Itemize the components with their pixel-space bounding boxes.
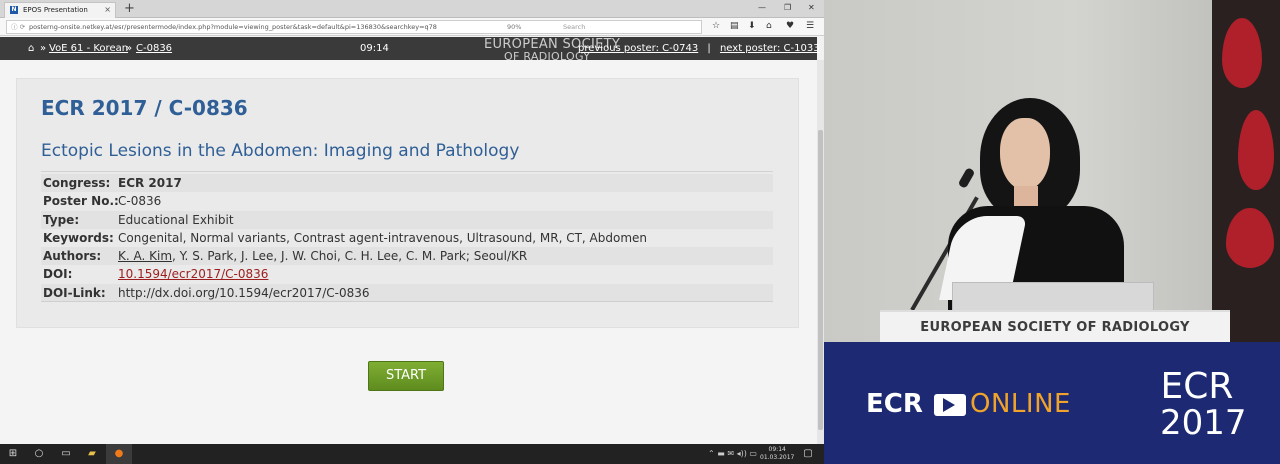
breadcrumb-session[interactable]: VoE 61 - Korean bbox=[49, 37, 128, 60]
bookmark-star-icon[interactable]: ☆ bbox=[712, 20, 720, 33]
taskbar-clock[interactable]: 09:14 01.03.2017 bbox=[760, 446, 794, 462]
meta-row-doi: DOI: 10.1594/ecr2017/C-0836 bbox=[41, 265, 773, 283]
nav-separator: | bbox=[707, 43, 711, 54]
poster-no-value: C-0836 bbox=[118, 194, 162, 209]
poster-navigation: previous poster: C-0743 | next poster: C… bbox=[578, 37, 820, 60]
minimize-icon[interactable]: — bbox=[758, 2, 766, 14]
poster-metadata: Congress: ECR 2017 Poster No.: C-0836 Ty… bbox=[41, 174, 773, 303]
poster-title: Ectopic Lesions in the Abdomen: Imaging … bbox=[41, 141, 520, 161]
online-logo-text: ONLINE bbox=[970, 389, 1071, 419]
windows-start-icon[interactable]: ⊞ bbox=[4, 444, 22, 464]
notifications-icon[interactable]: ▢ bbox=[800, 444, 816, 464]
divider bbox=[41, 301, 773, 302]
tab-title: EPOS Presentation bbox=[23, 6, 88, 14]
browser-tab[interactable]: N EPOS Presentation × bbox=[4, 2, 116, 18]
windows-taskbar: ⊞ ○ ▭ ▰ ● ⌃ ▬ ✉ ◂)) ▭ 09:14 01.03.2017 ▢ bbox=[0, 444, 824, 464]
file-explorer-icon[interactable]: ▰ bbox=[80, 444, 104, 464]
home-icon[interactable]: ⌂ bbox=[766, 20, 772, 33]
scrollbar-thumb[interactable] bbox=[818, 130, 823, 430]
navigation-bar: ⓘ ⟳ posterng-onsite.netkey.at/esr/presen… bbox=[0, 18, 824, 36]
meta-row-keywords: Keywords: Congenital, Normal variants, C… bbox=[41, 229, 773, 247]
home-breadcrumb-icon[interactable]: ⌂ bbox=[28, 37, 34, 60]
breadcrumb-separator: » bbox=[40, 43, 47, 54]
menu-icon[interactable]: ☰ bbox=[806, 20, 814, 33]
browser-window: N EPOS Presentation × + — ❐ ✕ ⓘ ⟳ poster… bbox=[0, 0, 824, 464]
congress-value: ECR 2017 bbox=[118, 176, 182, 190]
search-field[interactable]: Search bbox=[563, 21, 585, 33]
new-tab-button[interactable]: + bbox=[124, 0, 135, 17]
meta-row-congress: Congress: ECR 2017 bbox=[41, 174, 773, 193]
keywords-value: Congenital, Normal variants, Contrast ag… bbox=[118, 230, 648, 245]
start-button[interactable]: START bbox=[368, 361, 444, 391]
meta-row-authors: Authors: K. A. Kim, Y. S. Park, J. Lee, … bbox=[41, 247, 773, 266]
previous-poster-link[interactable]: previous poster: C-0743 bbox=[578, 43, 698, 54]
url-text: posterng-onsite.netkey.at/esr/presenterm… bbox=[29, 23, 437, 31]
ecr-logo-text: ECR bbox=[866, 389, 923, 419]
meta-row-doi-link: DOI-Link: http://dx.doi.org/10.1594/ecr2… bbox=[41, 283, 773, 303]
doi-link-label: DOI-Link: bbox=[43, 285, 106, 300]
info-icon: ⓘ ⟳ bbox=[11, 23, 26, 31]
session-time: 09:14 bbox=[360, 43, 389, 54]
task-view-icon[interactable]: ▭ bbox=[54, 444, 78, 464]
authors-value: K. A. Kim, Y. S. Park, J. Lee, J. W. Cho… bbox=[118, 247, 527, 265]
divider bbox=[41, 171, 773, 172]
maximize-icon[interactable]: ❐ bbox=[784, 2, 791, 14]
favicon-icon: N bbox=[10, 6, 18, 14]
podium-sign: EUROPEAN SOCIETY OF RADIOLOGY bbox=[920, 320, 1190, 335]
doi-link-value: http://dx.doi.org/10.1594/ecr2017/C-0836 bbox=[118, 285, 370, 300]
ecr-congress-logo: ECR bbox=[1160, 366, 1234, 407]
clock-time: 09:14 bbox=[768, 446, 786, 453]
library-icon[interactable]: ▤ bbox=[730, 20, 739, 33]
next-poster-link[interactable]: next poster: C-1033 bbox=[720, 43, 820, 54]
search-icon[interactable]: ○ bbox=[30, 444, 48, 464]
close-tab-icon[interactable]: × bbox=[104, 3, 111, 17]
authors-label: Authors: bbox=[43, 249, 102, 264]
first-author-link[interactable]: K. A. Kim bbox=[118, 249, 172, 263]
poster-no-label: Poster No.: bbox=[43, 194, 119, 209]
ecr-online-logo: ECR bbox=[866, 388, 923, 420]
speaker-face bbox=[1000, 118, 1050, 190]
poster-heading: ECR 2017 / C-0836 bbox=[41, 96, 248, 120]
presentation-stage: N EPOS Presentation × + — ❐ ✕ ⓘ ⟳ poster… bbox=[0, 0, 1280, 464]
meta-row-poster-no: Poster No.: C-0836 bbox=[41, 192, 773, 210]
clock-date: 01.03.2017 bbox=[760, 454, 795, 461]
other-authors: , Y. S. Park, J. Lee, J. W. Choi, C. H. … bbox=[172, 249, 528, 264]
zoom-level[interactable]: 90% bbox=[507, 21, 521, 33]
tab-bar: N EPOS Presentation × + — ❐ ✕ bbox=[0, 0, 824, 18]
pocket-icon[interactable]: ♥ bbox=[786, 20, 794, 33]
ecr-congress-year: 2017 bbox=[1160, 403, 1247, 443]
meta-row-type: Type: Educational Exhibit bbox=[41, 210, 773, 229]
doi-link[interactable]: 10.1594/ecr2017/C-0836 bbox=[118, 265, 268, 283]
keywords-label: Keywords: bbox=[43, 230, 114, 245]
type-value: Educational Exhibit bbox=[118, 212, 234, 227]
close-window-icon[interactable]: ✕ bbox=[808, 2, 815, 14]
site-header: ⌂ » VoE 61 - Korean » C-0836 09:14 EUROP… bbox=[0, 37, 820, 63]
system-tray[interactable]: ⌃ ▬ ✉ ◂)) ▭ bbox=[708, 444, 757, 464]
play-triangle bbox=[943, 398, 955, 412]
breadcrumb-separator: » bbox=[126, 43, 133, 54]
download-icon[interactable]: ⬇ bbox=[748, 20, 756, 33]
address-bar[interactable]: ⓘ ⟳ posterng-onsite.netkey.at/esr/presen… bbox=[6, 20, 702, 34]
breadcrumb-poster[interactable]: C-0836 bbox=[136, 37, 172, 60]
doi-label: DOI: bbox=[43, 267, 73, 282]
congress-label: Congress: bbox=[43, 176, 111, 190]
firefox-icon[interactable]: ● bbox=[106, 444, 132, 464]
type-label: Type: bbox=[43, 212, 80, 227]
